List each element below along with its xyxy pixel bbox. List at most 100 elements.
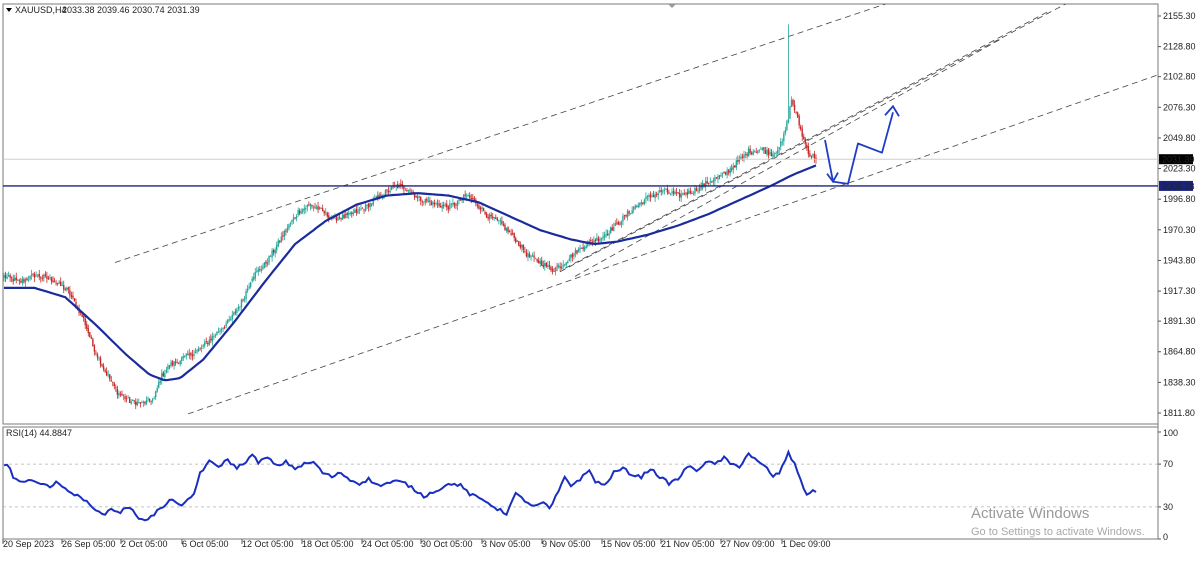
candle-body — [773, 152, 776, 154]
time-tick-label: 2 Oct 05:00 — [121, 539, 168, 549]
candle-body — [721, 172, 724, 175]
candle-body — [692, 192, 695, 194]
chart-ohlc-label: 2033.38 2039.46 2030.74 2031.39 — [62, 5, 200, 15]
candle-body — [243, 298, 246, 300]
candle-body — [502, 224, 505, 226]
candle-body — [37, 274, 39, 276]
candle-body — [315, 207, 318, 209]
candle-body — [305, 208, 307, 210]
candle-body — [21, 279, 24, 283]
candle-body — [93, 345, 96, 352]
support-tag: 2008.28 — [1162, 181, 1195, 191]
candle-body — [426, 198, 428, 202]
candle-body — [312, 206, 315, 208]
rsi-tick-label: 70 — [1163, 459, 1173, 469]
candle-body — [786, 121, 788, 130]
candle-body — [288, 224, 290, 229]
price-tick-label: 1891.30 — [1163, 316, 1196, 326]
candle-body — [567, 261, 569, 264]
candle-body — [685, 193, 687, 195]
candle-body — [139, 402, 142, 404]
candle-body — [541, 260, 543, 266]
candle-body — [167, 365, 169, 370]
candle-body — [285, 231, 287, 232]
candle-body — [562, 264, 564, 266]
candle-body — [632, 207, 635, 210]
candle-body — [496, 218, 499, 221]
time-tick-label: 1 Dec 09:00 — [782, 539, 831, 549]
candle-body — [302, 209, 304, 213]
candle-body — [603, 234, 606, 238]
candle-body — [813, 153, 816, 159]
candle-body — [291, 219, 293, 223]
candle-body — [344, 213, 347, 219]
time-tick-label: 20 Sep 2023 — [3, 539, 54, 549]
candle-body — [498, 220, 500, 222]
candle-body — [109, 374, 111, 380]
candle-body — [118, 392, 120, 396]
candle-body — [403, 186, 405, 190]
candle-body — [370, 203, 373, 205]
candle-body — [657, 193, 659, 196]
watermark-title: Activate Windows — [971, 505, 1089, 522]
candle-body — [35, 275, 37, 277]
candle-body — [490, 214, 492, 217]
candle-body — [435, 203, 437, 205]
candle-body — [276, 245, 278, 251]
candle-body — [449, 203, 451, 210]
candle-body — [9, 275, 11, 278]
candle-body — [505, 227, 508, 231]
candle-body — [196, 349, 198, 352]
candle-body — [135, 401, 137, 406]
candle-body — [182, 356, 184, 359]
time-tick-label: 12 Oct 05:00 — [242, 539, 294, 549]
watermark-subtitle: Go to Settings to activate Windows. — [971, 526, 1145, 538]
candle-body — [179, 360, 181, 365]
candle-body — [119, 393, 122, 395]
candle-body — [447, 206, 450, 210]
candle-body — [234, 311, 237, 313]
candle-body — [643, 199, 646, 205]
candle-body — [279, 241, 281, 242]
candle-body — [527, 253, 529, 258]
candle-body — [320, 207, 322, 209]
candle-body — [504, 224, 506, 231]
candle-body — [105, 371, 108, 376]
candle-body — [115, 387, 117, 389]
candle-body — [772, 154, 774, 157]
candle-body — [767, 149, 770, 155]
candle-body — [367, 203, 370, 208]
candle-body — [184, 355, 186, 357]
candle-body — [727, 170, 730, 173]
candle-body — [752, 151, 754, 155]
candle-body — [677, 192, 679, 194]
candle-body — [755, 152, 757, 153]
price-tick-label: 1943.80 — [1163, 255, 1196, 265]
candle-body — [15, 277, 17, 280]
candle-body — [801, 128, 803, 137]
candle-body — [170, 362, 172, 366]
candle-body — [352, 212, 355, 214]
candle-body — [735, 160, 738, 168]
candle-body — [433, 202, 436, 205]
candle-body — [550, 266, 552, 270]
candle-body — [634, 206, 636, 208]
candle-body — [640, 202, 643, 204]
candle-body — [626, 211, 629, 218]
candle-body — [262, 266, 264, 270]
candle-body — [406, 190, 408, 191]
candle-body — [734, 165, 736, 168]
candle-body — [219, 330, 221, 332]
candle-body — [202, 345, 204, 347]
candle-body — [7, 275, 10, 277]
candle-body — [617, 222, 620, 225]
candle-body — [306, 205, 309, 208]
candle-body — [222, 327, 224, 330]
candle-body — [142, 401, 145, 403]
candle-body — [724, 172, 727, 175]
candle-body — [795, 111, 797, 113]
candle-body — [47, 278, 50, 280]
candle-body — [404, 189, 407, 191]
candle-body — [507, 227, 509, 233]
candle-body — [213, 336, 215, 338]
